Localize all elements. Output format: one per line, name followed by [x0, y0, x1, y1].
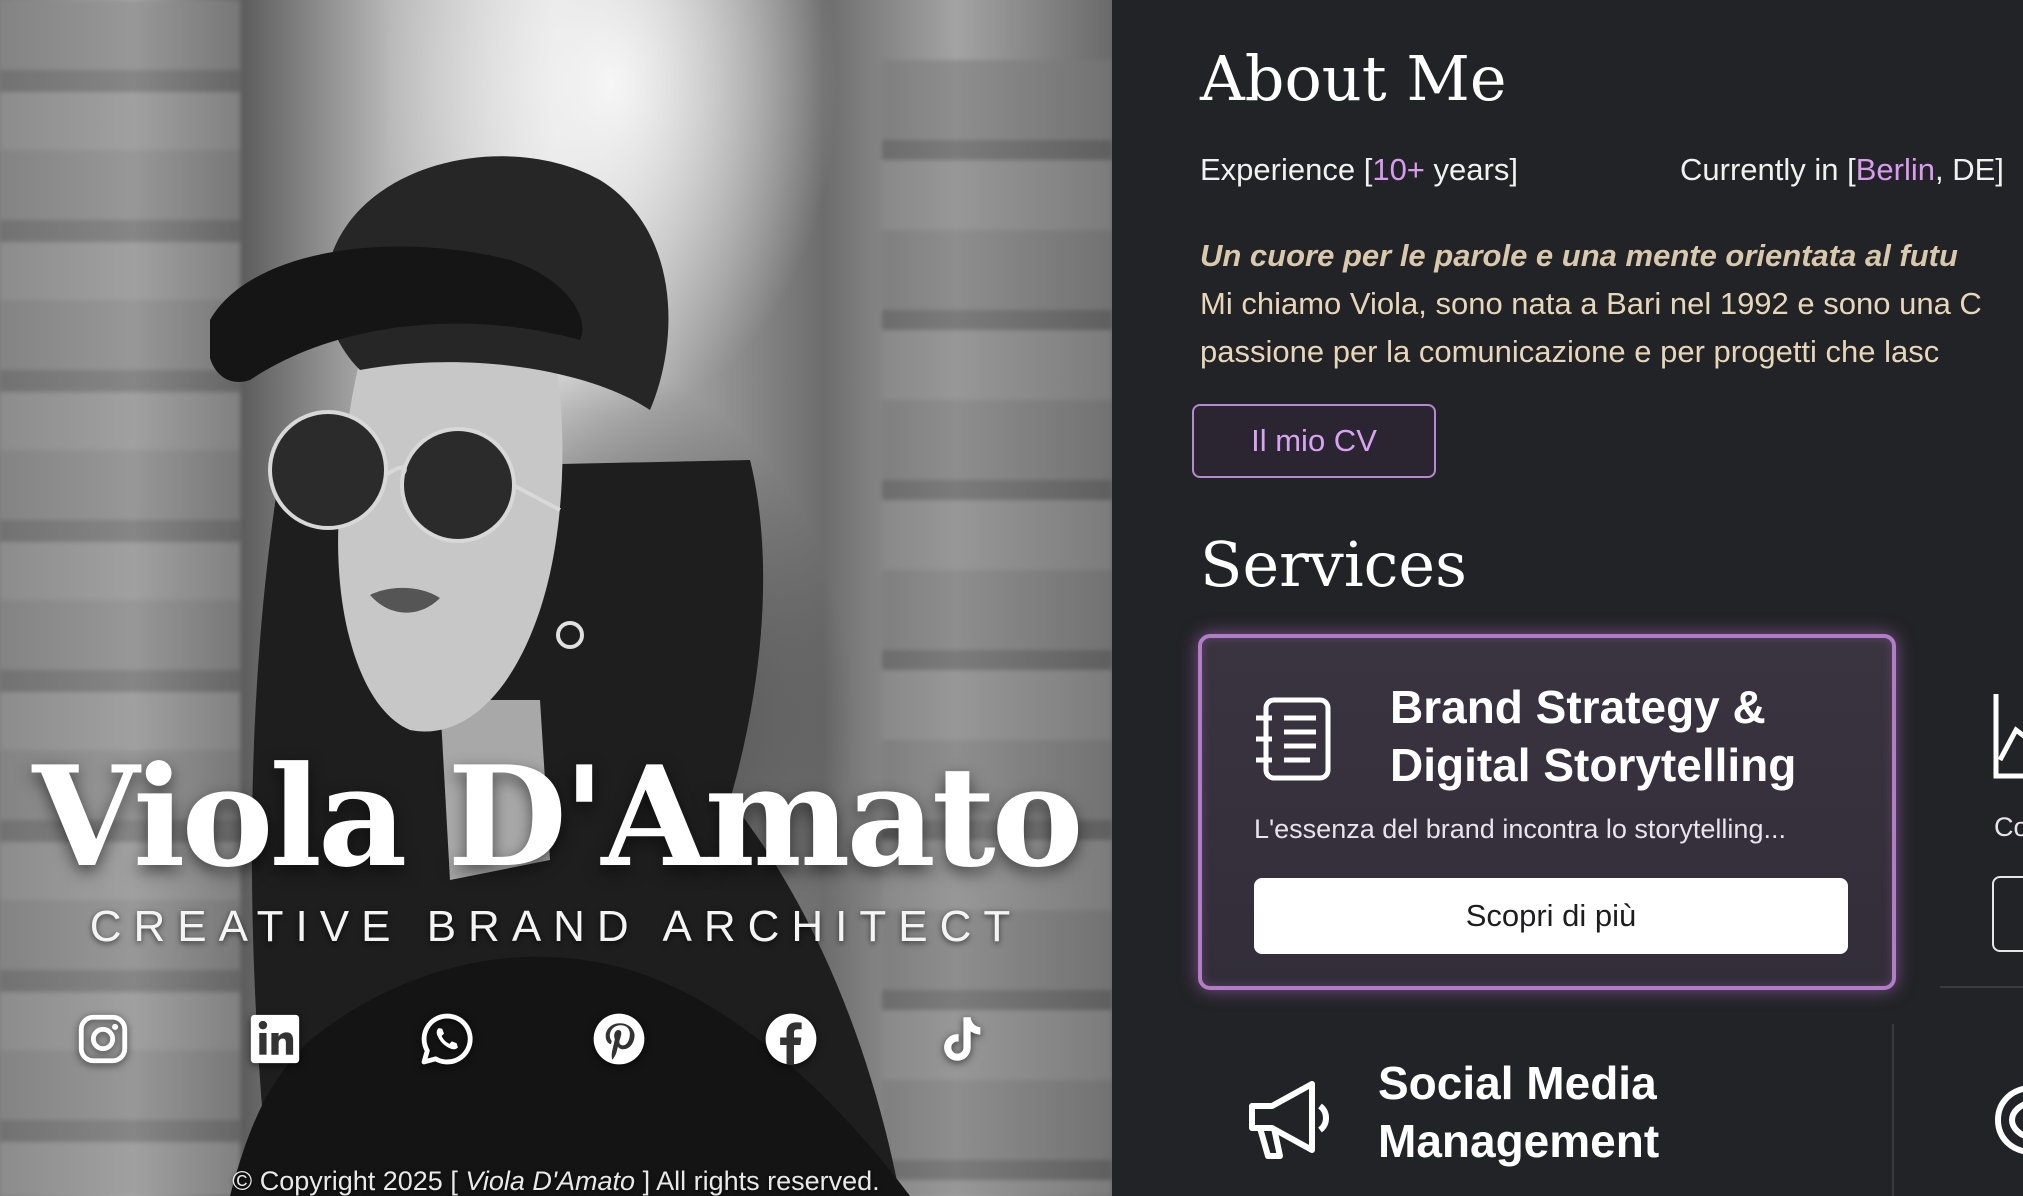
experience-label: Experience [ — [1200, 152, 1373, 187]
service-description: L'essenza del brand incontra lo storytel… — [1254, 814, 1786, 844]
document-list-icon — [1256, 697, 1331, 781]
hero-name: Viola D'Amato — [32, 735, 1083, 898]
about-line-2: passione per la comunicazione e per prog… — [1200, 334, 1940, 369]
facebook-icon[interactable] — [762, 1010, 822, 1070]
tiktok-icon[interactable] — [932, 1010, 992, 1070]
megaphone-icon — [1249, 1081, 1329, 1159]
chat-bubble-icon — [1994, 1086, 2023, 1154]
service-title-line-1: Brand Strategy & — [1390, 681, 1766, 733]
discover-more-button-peek[interactable] — [1992, 876, 2023, 952]
instagram-icon[interactable] — [74, 1010, 134, 1070]
linkedin-icon[interactable] — [246, 1010, 306, 1070]
experience-suffix: years] — [1424, 152, 1518, 187]
copyright-suffix: ] All rights reserved. — [635, 1166, 880, 1196]
experience-fact: Experience [10+ years] — [1200, 152, 1518, 187]
service-title-line-2: Digital Storytelling — [1390, 739, 1797, 791]
whatsapp-icon[interactable] — [418, 1010, 478, 1070]
copyright-notice: © Copyright 2025 [ Viola D'Amato ] All r… — [0, 1166, 1112, 1196]
services-heading: Services — [1200, 528, 1467, 601]
hero-section: Viola D'Amato CREATIVE BRAND ARCHITECT ©… — [0, 0, 1112, 1196]
hero-role: CREATIVE BRAND ARCHITECT — [89, 902, 1023, 951]
service-title-line-2: Management — [1378, 1115, 1660, 1167]
service-card-brand-strategy: Brand Strategy & Digital Storytelling L'… — [1198, 634, 1896, 990]
about-heading: About Me — [1200, 42, 1507, 115]
location-city: Berlin — [1855, 152, 1935, 187]
about-line-1: Mi chiamo Viola, sono nata a Bari nel 19… — [1200, 286, 1982, 321]
experience-value: 10+ — [1372, 152, 1425, 187]
location-fact: Currently in [Berlin, DE] — [1680, 152, 2004, 188]
pinterest-icon[interactable] — [590, 1010, 650, 1070]
about-facts: Experience [10+ years] Currently in [Ber… — [1200, 152, 2004, 188]
cv-button[interactable]: Il mio CV — [1192, 404, 1436, 478]
location-label: Currently in [ — [1680, 152, 1856, 187]
location-suffix: , DE] — [1935, 152, 2004, 187]
chart-icon — [1993, 694, 2023, 779]
discover-more-button[interactable]: Scopri di più — [1254, 878, 1848, 954]
divider-horizontal — [1940, 986, 2023, 988]
service-description-peek: Co — [1994, 812, 2023, 842]
copyright-prefix: © Copyright 2025 [ — [232, 1166, 466, 1196]
social-links — [56, 1010, 1056, 1070]
service-title: Brand Strategy & Digital Storytelling — [1390, 678, 1796, 794]
about-lead: Un cuore per le parole e una mente orien… — [1200, 238, 1958, 273]
divider-vertical — [1892, 1024, 1894, 1196]
about-intro: Un cuore per le parole e una mente orien… — [1200, 232, 2023, 376]
copyright-name: Viola D'Amato — [465, 1166, 636, 1196]
content-panel: About Me Experience [10+ years] Currentl… — [1112, 0, 2023, 1196]
service-title-line-1: Social Media — [1378, 1057, 1657, 1109]
service-title-social-media: Social Media Management — [1378, 1054, 1659, 1170]
